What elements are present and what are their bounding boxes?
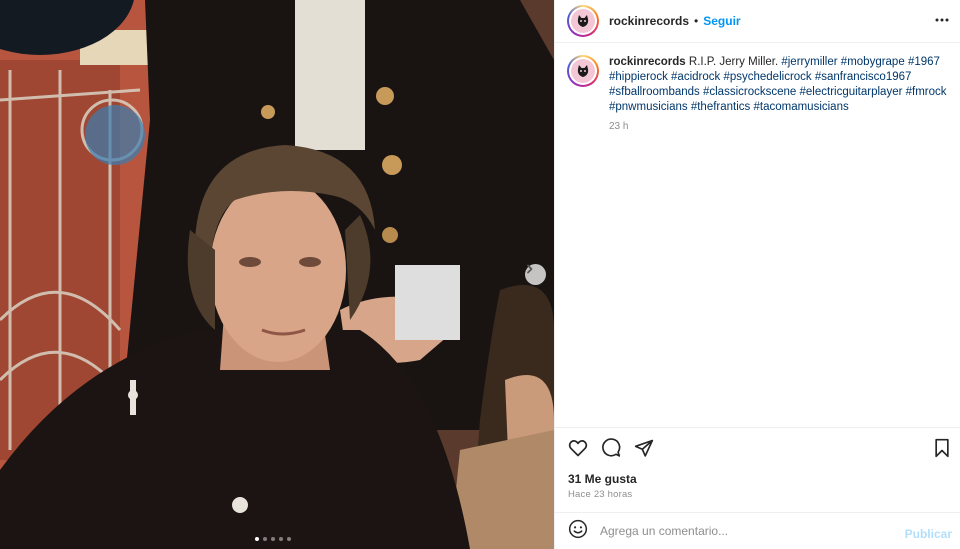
hashtag-link[interactable]: #sanfrancisco1967	[815, 71, 912, 83]
cat-logo-icon	[577, 65, 589, 77]
hashtag-link[interactable]: #1967	[908, 56, 940, 68]
carousel-next-button[interactable]	[525, 264, 546, 285]
comment-icon	[602, 438, 621, 457]
caption-body: rockinrecords R.I.P. Jerry Miller. #jerr…	[609, 55, 947, 134]
caption-timestamp[interactable]: 23 h	[609, 119, 947, 134]
action-bar	[555, 427, 960, 469]
carousel-dot	[279, 537, 283, 541]
hashtag-link[interactable]: #electricguitarplayer	[800, 86, 903, 98]
post-header: rockinrecords • Seguir	[555, 0, 960, 43]
hashtag-link[interactable]: #psychedelicrock	[723, 71, 811, 83]
bookmark-icon	[935, 438, 949, 458]
emoji-button[interactable]	[568, 519, 588, 544]
carousel-indicator	[255, 537, 291, 541]
caption: rockinrecords R.I.P. Jerry Miller. #jerr…	[567, 55, 947, 134]
hashtag-link[interactable]: #mobygrape	[841, 56, 905, 68]
caption-text: R.I.P. Jerry Miller.	[688, 56, 779, 68]
carousel-dot	[287, 537, 291, 541]
hashtag-link[interactable]: #acidrock	[671, 71, 720, 83]
header-separator: •	[694, 14, 699, 28]
photo-illustration	[0, 0, 554, 549]
hashtag-link[interactable]: #sfballroombands	[609, 86, 700, 98]
follow-button[interactable]: Seguir	[703, 14, 740, 28]
share-icon	[634, 439, 654, 457]
chevron-right-icon	[527, 264, 533, 274]
hashtag-link[interactable]: #tacomamusicians	[753, 101, 848, 113]
more-options-icon	[935, 18, 949, 22]
save-button[interactable]	[933, 438, 951, 463]
hashtag-link[interactable]: #fmrock	[906, 86, 947, 98]
comments-section: rockinrecords R.I.P. Jerry Miller. #jerr…	[555, 43, 960, 427]
comment-input[interactable]	[600, 524, 900, 538]
post-detail-panel: rockinrecords • Seguir rockinrecords R.I…	[554, 0, 960, 549]
post-date: Hace 23 horas	[568, 489, 633, 500]
author-username[interactable]: rockinrecords	[609, 14, 689, 28]
caption-username[interactable]: rockinrecords	[609, 56, 686, 68]
add-comment-bar: Publicar	[555, 512, 960, 549]
hashtag-link[interactable]: #thefrantics	[691, 101, 750, 113]
hashtag-link[interactable]: #hippierock	[609, 71, 668, 83]
comment-button[interactable]	[601, 438, 621, 463]
like-button[interactable]	[568, 438, 588, 463]
carousel-dot	[263, 537, 267, 541]
hashtag-link[interactable]: #classicrockscene	[703, 86, 796, 98]
post-photo[interactable]	[0, 0, 554, 549]
hashtag-link[interactable]: #jerrymiller	[781, 56, 837, 68]
author-avatar[interactable]	[567, 5, 599, 37]
share-button[interactable]	[634, 438, 654, 463]
cat-logo-icon	[577, 15, 589, 27]
heart-icon	[568, 440, 588, 457]
more-options-button[interactable]	[935, 13, 949, 32]
carousel-dot	[255, 537, 259, 541]
carousel-dot	[271, 537, 275, 541]
hashtag-link[interactable]: #pnwmusicians	[609, 101, 688, 113]
like-count[interactable]: 31 Me gusta	[568, 472, 637, 486]
emoji-icon	[568, 519, 588, 538]
publish-button[interactable]: Publicar	[905, 527, 952, 541]
caption-avatar[interactable]	[567, 55, 599, 87]
